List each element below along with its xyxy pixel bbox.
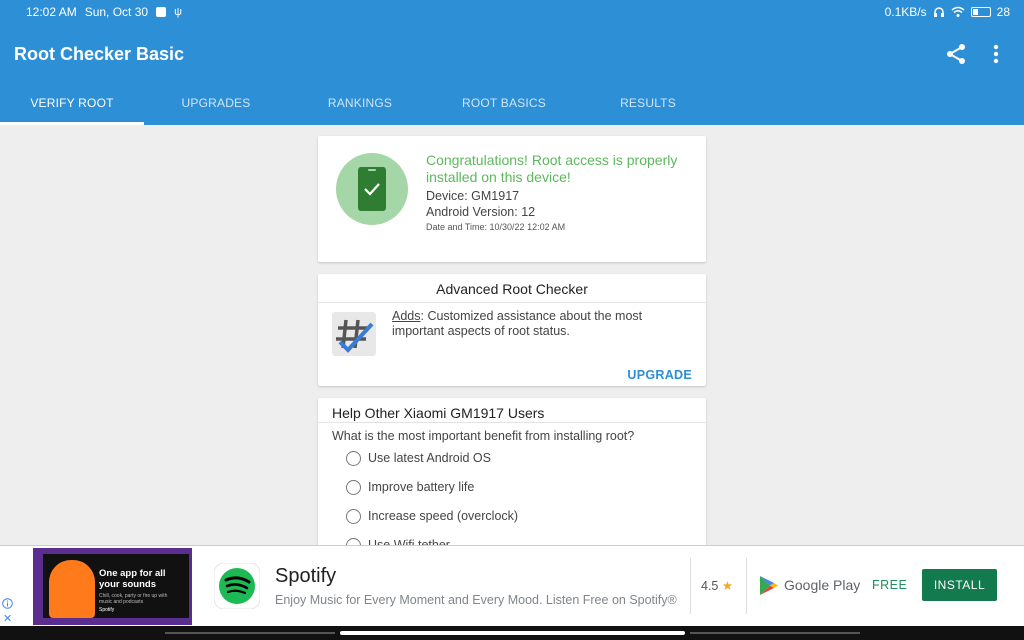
survey-option-label: Improve battery life bbox=[368, 480, 475, 494]
advanced-root-card: Advanced Root Checker Adds: Customized a… bbox=[318, 274, 706, 386]
notification-icon bbox=[156, 7, 167, 17]
ad-image-headline: One app for all your sounds bbox=[99, 568, 166, 590]
survey-option-label: Use latest Android OS bbox=[368, 451, 491, 465]
install-button[interactable]: INSTALL bbox=[922, 569, 997, 601]
ad-rating: 4.5 ★ bbox=[701, 578, 733, 593]
navigation-bar bbox=[0, 626, 1024, 640]
radio-button[interactable] bbox=[346, 508, 361, 524]
upgrade-button[interactable]: UPGRADE bbox=[627, 368, 692, 382]
battery-level: 28 bbox=[996, 5, 1010, 19]
survey-title: Help Other Xiaomi GM1917 Users bbox=[332, 405, 545, 421]
ad-brand-name[interactable]: Spotify bbox=[275, 565, 336, 588]
status-circle bbox=[336, 153, 408, 225]
survey-question: What is the most important benefit from … bbox=[332, 429, 635, 443]
ad-rating-value: 4.5 bbox=[701, 579, 719, 593]
radio-button[interactable] bbox=[346, 479, 361, 495]
headphones-icon bbox=[933, 7, 944, 17]
more-vert-icon[interactable] bbox=[986, 42, 1006, 66]
root-status-card: Congratulations! Root access is properly… bbox=[318, 136, 706, 262]
radio-button[interactable] bbox=[346, 450, 361, 466]
spotify-logo-icon[interactable] bbox=[214, 563, 260, 609]
device-info: Device: GM1917 bbox=[426, 189, 520, 203]
status-bar: 12:02 AM Sun, Oct 30 ψ 0.1KB/s 28 bbox=[0, 0, 1024, 24]
ad-info-icon[interactable] bbox=[2, 598, 13, 609]
ad-image-subtext: Chill, cook, party or fire up with music… bbox=[99, 593, 168, 605]
tab-upgrades[interactable]: UPGRADES bbox=[144, 84, 288, 125]
tab-rankings[interactable]: RANKINGS bbox=[288, 84, 432, 125]
status-date: Sun, Oct 30 bbox=[84, 5, 149, 19]
advanced-title: Advanced Root Checker bbox=[436, 281, 588, 297]
wifi-icon bbox=[951, 6, 965, 17]
tab-indicator bbox=[0, 122, 144, 125]
ad-price: FREE bbox=[872, 578, 908, 592]
survey-option[interactable]: Improve battery life bbox=[346, 478, 474, 496]
ad-image[interactable]: One app for all your sounds Chill, cook,… bbox=[33, 548, 192, 625]
share-icon[interactable] bbox=[944, 42, 968, 66]
date-time: Date and Time: 10/30/22 12:02 AM bbox=[426, 222, 566, 232]
star-icon: ★ bbox=[721, 579, 734, 593]
nav-line bbox=[690, 632, 860, 634]
status-time: 12:02 AM bbox=[26, 5, 77, 19]
app-bar: Root Checker Basic VERIFY ROOT UPGRADES … bbox=[0, 24, 1024, 125]
ad-close-icon[interactable]: ✕ bbox=[3, 612, 12, 625]
ad-banner[interactable]: One app for all your sounds Chill, cook,… bbox=[0, 545, 1024, 626]
ad-image-brand: Spotify bbox=[99, 607, 115, 613]
google-play-label: Google Play bbox=[784, 577, 861, 593]
adds-link[interactable]: Adds bbox=[392, 309, 421, 323]
card-divider bbox=[318, 302, 706, 303]
advanced-root-checker-icon bbox=[332, 312, 376, 356]
app-title: Root Checker Basic bbox=[14, 44, 185, 64]
google-play-icon bbox=[760, 576, 778, 595]
tab-verify-root[interactable]: VERIFY ROOT bbox=[0, 84, 144, 125]
ad-person-image bbox=[49, 560, 95, 618]
card-divider bbox=[318, 422, 706, 423]
network-speed: 0.1KB/s bbox=[884, 5, 927, 19]
ad-tagline: Enjoy Music for Every Moment and Every M… bbox=[275, 593, 677, 607]
tab-results[interactable]: RESULTS bbox=[576, 84, 720, 125]
advanced-description: Adds: Customized assistance about the mo… bbox=[392, 309, 692, 339]
ad-divider bbox=[690, 558, 691, 614]
android-version: Android Version: 12 bbox=[426, 205, 536, 219]
usb-icon: ψ bbox=[174, 6, 182, 18]
battery-icon bbox=[970, 7, 991, 17]
survey-option-label: Increase speed (overclock) bbox=[368, 509, 519, 523]
root-success-message: Congratulations! Root access is properly… bbox=[426, 152, 678, 185]
nav-line bbox=[165, 632, 335, 634]
advanced-description-text: : Customized assistance about the most i… bbox=[392, 309, 643, 338]
home-gesture-handle[interactable] bbox=[340, 631, 685, 635]
ad-divider bbox=[746, 558, 747, 614]
survey-option[interactable]: Increase speed (overclock) bbox=[346, 507, 518, 525]
phone-check-icon bbox=[358, 167, 386, 211]
survey-option[interactable]: Use latest Android OS bbox=[346, 449, 491, 467]
tab-root-basics[interactable]: ROOT BASICS bbox=[432, 84, 576, 125]
tab-bar: VERIFY ROOT UPGRADES RANKINGS ROOT BASIC… bbox=[0, 84, 1024, 125]
survey-card: Help Other Xiaomi GM1917 Users What is t… bbox=[318, 398, 706, 558]
